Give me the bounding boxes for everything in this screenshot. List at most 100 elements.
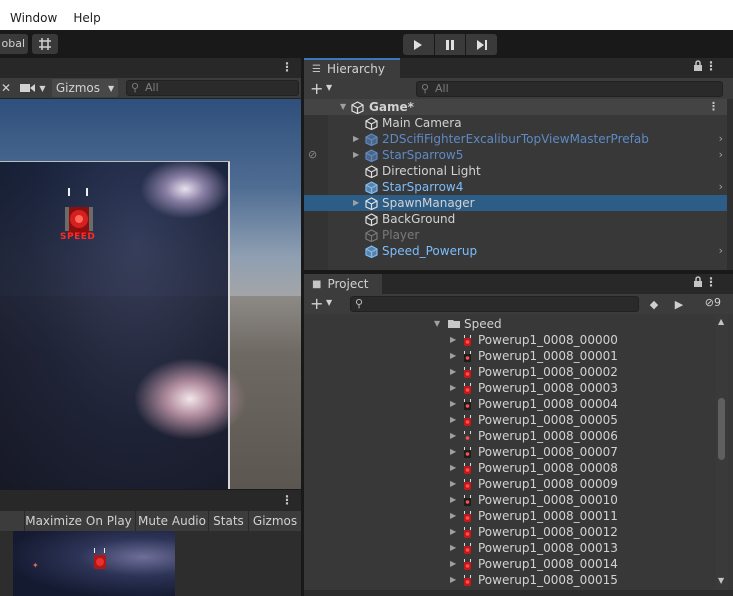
speed-powerup-sprite[interactable]: SPEED bbox=[58, 185, 100, 245]
scene-toolbar: ✕ ▼ Gizmos ▼ ⚲ All bbox=[0, 78, 301, 99]
expand-arrow-icon[interactable]: ▶ bbox=[450, 348, 456, 364]
hierarchy-item[interactable]: Player bbox=[304, 227, 727, 243]
menu-help[interactable]: Help bbox=[65, 11, 108, 25]
menu-window[interactable]: Window bbox=[0, 11, 65, 25]
camera-dropdown[interactable]: ▼ bbox=[16, 79, 50, 97]
expand-arrow-icon[interactable]: ▶ bbox=[450, 572, 456, 588]
hierarchy-menu-icon[interactable]: ⋮ bbox=[705, 59, 717, 73]
hierarchy-item[interactable]: BackGround bbox=[304, 211, 727, 227]
chevron-down-icon[interactable]: ▼ bbox=[326, 83, 332, 92]
asset-row[interactable]: ▶ Powerup1_0008_00011 bbox=[304, 508, 714, 524]
asset-row[interactable]: ▶ Powerup1_0008_00005 bbox=[304, 412, 714, 428]
expand-arrow-icon[interactable]: ▶ bbox=[450, 476, 456, 492]
list-icon: ☰ bbox=[312, 63, 321, 75]
scroll-down-icon[interactable]: ▼ bbox=[718, 576, 724, 585]
lock-icon[interactable] bbox=[693, 60, 703, 72]
asset-row[interactable]: ▶ Powerup1_0008_00004 bbox=[304, 396, 714, 412]
expand-arrow-icon[interactable]: ▶ bbox=[450, 364, 456, 380]
hierarchy-item[interactable]: ▶ SpawnManager bbox=[304, 195, 727, 211]
hierarchy-item[interactable]: ▶ StarSparrow5 › bbox=[304, 147, 727, 163]
asset-row[interactable]: ▶ Powerup1_0008_00008 bbox=[304, 460, 714, 476]
asset-row[interactable]: ▶ Powerup1_0008_00001 bbox=[304, 348, 714, 364]
expand-arrow-icon[interactable]: ▶ bbox=[450, 556, 456, 572]
expand-arrow-icon[interactable]: ▼ bbox=[434, 316, 440, 332]
hierarchy-item[interactable]: Directional Light bbox=[304, 163, 727, 179]
asset-name: Powerup1_0008_00013 bbox=[478, 541, 618, 555]
gameobject-icon bbox=[365, 117, 378, 130]
play-button[interactable] bbox=[403, 34, 434, 55]
expand-arrow-icon[interactable]: ▶ bbox=[450, 460, 456, 476]
game-gizmos-toggle[interactable]: Gizmos bbox=[248, 511, 301, 531]
scene-menu-icon[interactable]: ⋮ bbox=[708, 99, 719, 115]
asset-row[interactable]: ▶ Powerup1_0008_00014 bbox=[304, 556, 714, 572]
stats-toggle[interactable]: Stats bbox=[208, 511, 248, 531]
expand-arrow-icon[interactable]: ▶ bbox=[450, 396, 456, 412]
asset-row[interactable]: ▶ Powerup1_0008_00002 bbox=[304, 364, 714, 380]
expand-arrow-icon[interactable]: ▶ bbox=[450, 412, 456, 428]
grid-snap-button[interactable] bbox=[32, 34, 58, 54]
game-viewport[interactable]: ✦ bbox=[0, 531, 301, 596]
expand-arrow-icon[interactable]: ▶ bbox=[353, 131, 359, 147]
asset-row[interactable]: ▶ Powerup1_0008_00013 bbox=[304, 540, 714, 556]
project-menu-icon[interactable]: ⋮ bbox=[705, 275, 717, 289]
hierarchy-item[interactable]: Speed_Powerup › bbox=[304, 243, 727, 259]
chevron-right-icon[interactable]: › bbox=[719, 179, 723, 195]
tab-project[interactable]: ■ Project bbox=[304, 274, 382, 294]
search-by-type-icon[interactable]: ◆ bbox=[644, 296, 664, 312]
asset-row[interactable]: ▶ Powerup1_0008_00007 bbox=[304, 444, 714, 460]
hierarchy-item[interactable]: StarSparrow4 › bbox=[304, 179, 727, 195]
expand-arrow-icon[interactable]: ▶ bbox=[450, 332, 456, 348]
hierarchy-item[interactable]: Main Camera bbox=[304, 115, 727, 131]
expand-arrow-icon[interactable]: ▶ bbox=[450, 508, 456, 524]
hidden-packages-toggle[interactable]: ⊘9 bbox=[705, 296, 721, 309]
hierarchy-item[interactable]: ▶ 2DScifiFighterExcaliburTopViewMasterPre… bbox=[304, 131, 727, 147]
expand-arrow-icon[interactable]: ▶ bbox=[450, 428, 456, 444]
pause-button[interactable] bbox=[434, 34, 466, 55]
scene-menu-icon[interactable]: ⋮ bbox=[281, 60, 293, 74]
project-search-input[interactable]: ⚲ bbox=[350, 296, 639, 312]
step-button[interactable] bbox=[466, 34, 498, 55]
game-menu-icon[interactable]: ⋮ bbox=[281, 493, 293, 507]
expand-arrow-icon[interactable]: ▶ bbox=[450, 444, 456, 460]
asset-row[interactable]: ▶ Powerup1_0008_00006 bbox=[304, 428, 714, 444]
expand-arrow-icon[interactable]: ▶ bbox=[353, 147, 359, 163]
scene-search-input[interactable]: ⚲ All bbox=[126, 80, 299, 96]
hierarchy-tab-bar: ⋮ bbox=[400, 58, 733, 78]
create-asset-icon[interactable]: + bbox=[310, 294, 323, 313]
add-object-icon[interactable]: + bbox=[310, 79, 323, 98]
tab-hierarchy[interactable]: ☰ Hierarchy bbox=[304, 58, 400, 78]
asset-row[interactable]: ▶ Powerup1_0008_00012 bbox=[304, 524, 714, 540]
global-toggle-button[interactable]: obal bbox=[0, 34, 28, 54]
asset-row[interactable]: ▶ Powerup1_0008_00015 bbox=[304, 572, 714, 588]
expand-arrow-icon[interactable]: ▼ bbox=[340, 99, 346, 115]
lock-icon[interactable] bbox=[693, 276, 703, 288]
expand-arrow-icon[interactable]: ▶ bbox=[450, 380, 456, 396]
folder-row[interactable]: ▼ Speed bbox=[304, 316, 714, 332]
hierarchy-search-input[interactable]: ⚲ All bbox=[416, 81, 723, 97]
chevron-right-icon[interactable]: › bbox=[719, 147, 723, 163]
asset-row[interactable]: ▶ Powerup1_0008_00009 bbox=[304, 476, 714, 492]
asset-row[interactable]: ▶ Powerup1_0008_00000 bbox=[304, 332, 714, 348]
scroll-up-icon[interactable]: ▲ bbox=[718, 317, 724, 326]
hierarchy-toolbar: + ▼ ⚲ All bbox=[304, 78, 733, 100]
mute-audio-toggle[interactable]: Mute Audio bbox=[135, 511, 208, 531]
asset-row[interactable]: ▶ Powerup1_0008_00003 bbox=[304, 380, 714, 396]
project-scroll-thumb[interactable] bbox=[718, 398, 725, 460]
scene-row[interactable]: ▼ Game* ⋮ bbox=[304, 99, 727, 115]
maximize-on-play-toggle[interactable]: Maximize On Play bbox=[24, 511, 132, 531]
tools-icon[interactable]: ✕ bbox=[0, 79, 12, 97]
expand-arrow-icon[interactable]: ▶ bbox=[450, 540, 456, 556]
hierarchy-scrollbar[interactable] bbox=[727, 99, 733, 270]
chevron-right-icon[interactable]: › bbox=[719, 243, 723, 259]
sprite-asset-icon bbox=[464, 543, 471, 554]
expand-arrow-icon[interactable]: ▶ bbox=[450, 492, 456, 508]
scene-viewport[interactable]: SPEED bbox=[0, 99, 301, 489]
chevron-down-icon[interactable]: ▼ bbox=[326, 298, 332, 307]
gizmos-dropdown[interactable]: Gizmos ▼ bbox=[52, 79, 118, 97]
asset-row[interactable]: ▶ Powerup1_0008_00010 bbox=[304, 492, 714, 508]
expand-arrow-icon[interactable]: ▶ bbox=[450, 524, 456, 540]
expand-arrow-icon[interactable]: ▶ bbox=[353, 195, 359, 211]
search-by-label-icon[interactable]: ▶ bbox=[669, 296, 689, 312]
chevron-right-icon[interactable]: › bbox=[719, 131, 723, 147]
hierarchy-item-label: StarSparrow5 bbox=[382, 148, 464, 162]
